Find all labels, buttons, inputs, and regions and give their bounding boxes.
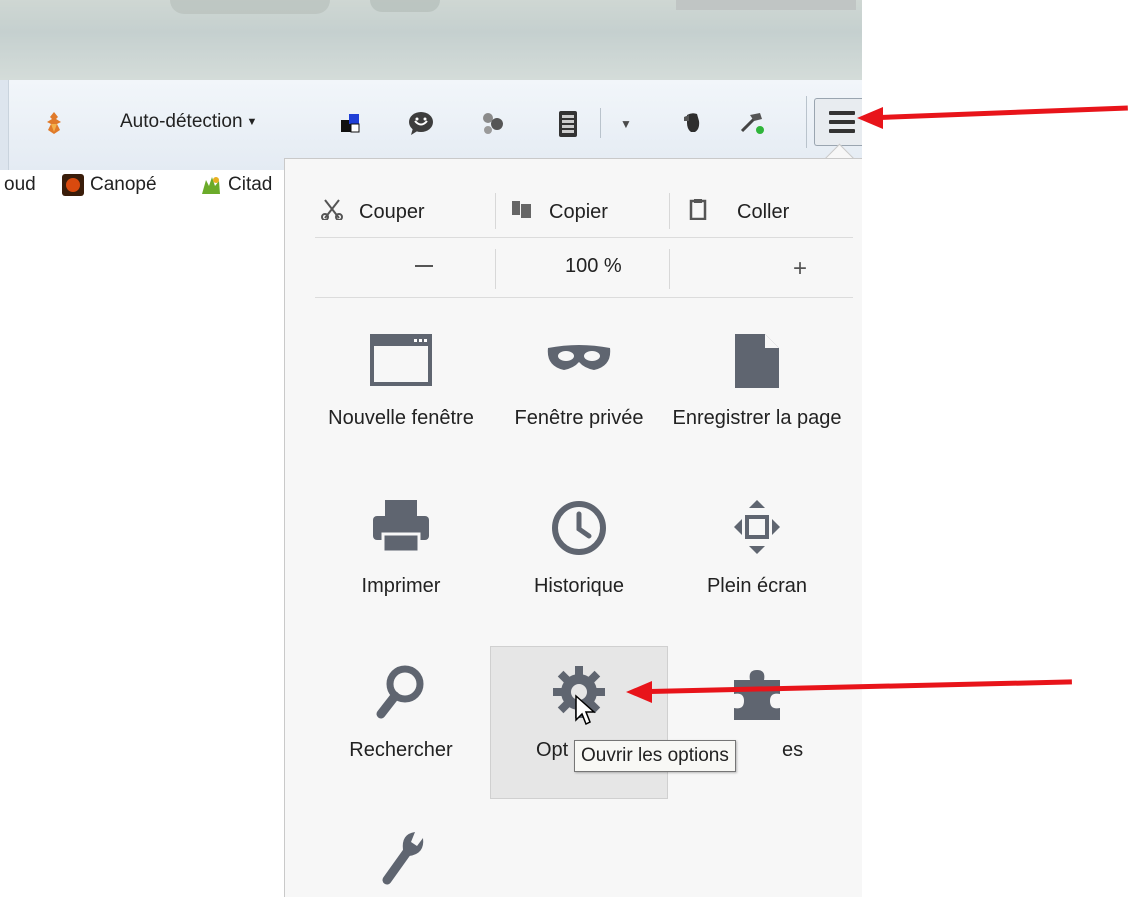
window-titlebar (0, 0, 862, 81)
zoom-out-button[interactable] (415, 265, 433, 267)
bookmark-item-canope[interactable]: Canopé (62, 174, 157, 196)
divider (315, 297, 853, 298)
magnifier-icon (375, 664, 427, 728)
divider (669, 193, 670, 229)
encoding-icon[interactable] (336, 108, 366, 138)
printer-icon (371, 498, 431, 562)
clock-icon (551, 500, 607, 564)
print-button[interactable]: Imprimer (316, 496, 486, 606)
fullscreen-icon (732, 498, 782, 564)
search-button[interactable]: Rechercher (316, 662, 486, 772)
copy-label: Copier (549, 200, 608, 223)
new-window-label: Nouvelle fenêtre (328, 407, 474, 429)
canope-icon (62, 174, 84, 196)
zoom-reset-button[interactable]: 100 % (565, 255, 622, 278)
window-icon (370, 334, 432, 394)
bookmark-label: Citad (228, 174, 273, 195)
cut-label: Couper (359, 200, 425, 223)
copy-button[interactable]: Copier (511, 189, 608, 235)
puzzle-icon (728, 666, 786, 730)
toolbar-separator (600, 108, 601, 138)
scissors-icon (321, 198, 343, 226)
history-label: Historique (533, 575, 625, 597)
cut-button[interactable]: Couper (321, 189, 425, 235)
dropdown-caret-icon: ▼ (246, 115, 258, 128)
clipboard-icon[interactable] (553, 106, 583, 140)
open-menu-button[interactable] (814, 98, 862, 146)
hammer-icon[interactable] (736, 108, 770, 138)
annotation-arrow-head (857, 107, 883, 129)
mouse-cursor (574, 694, 598, 728)
private-window-label: Fenêtre privée (514, 407, 644, 429)
wrench-icon (377, 828, 425, 894)
bookmark-item[interactable]: oud (4, 174, 36, 196)
paste-label: Coller (737, 200, 790, 223)
new-window-button[interactable]: Nouvelle fenêtre (316, 330, 486, 470)
citad-icon (200, 174, 222, 196)
encoding-label: Auto-détection (120, 111, 243, 132)
search-label: Rechercher (349, 739, 453, 761)
divider (495, 193, 496, 229)
paste-button[interactable]: Coller (689, 189, 789, 235)
clipboard-dropdown-caret-icon[interactable]: ▼ (616, 112, 636, 136)
divider (495, 249, 496, 289)
divider (315, 237, 853, 238)
copy-icon (511, 199, 533, 225)
print-label: Imprimer (361, 575, 441, 597)
private-window-button[interactable]: Fenêtre privée (494, 330, 664, 470)
annotation-arrow-head (626, 681, 652, 703)
developer-button[interactable] (316, 826, 486, 896)
bookmark-label: Canopé (90, 174, 157, 195)
fullscreen-button[interactable]: Plein écran (672, 496, 842, 606)
history-button[interactable]: Historique (494, 496, 664, 606)
molecule-icon[interactable] (478, 108, 508, 138)
bookmark-item-citad[interactable]: Citad (200, 174, 272, 196)
divider (669, 249, 670, 289)
evernote-icon[interactable] (678, 108, 708, 138)
zoom-controls: 100 % + (315, 247, 853, 291)
save-page-label: Enregistrer la page (672, 407, 842, 429)
save-page-button[interactable]: Enregistrer la page (672, 330, 842, 470)
fullscreen-label: Plein écran (706, 575, 808, 597)
chat-icon[interactable] (406, 108, 436, 138)
mask-icon (546, 344, 612, 382)
zoom-in-button[interactable]: + (793, 255, 807, 283)
bookmark-label: oud (4, 174, 36, 195)
edit-controls: Couper Copier Coller (315, 189, 853, 235)
encoding-menu[interactable]: Auto-détection ▼ (120, 111, 257, 133)
annotation-arrow-line (879, 105, 1128, 120)
page-icon (733, 332, 781, 398)
paste-icon (689, 198, 707, 226)
firebug-icon[interactable] (40, 108, 68, 138)
options-tooltip: Ouvrir les options (574, 740, 736, 772)
toolbar-separator (806, 96, 807, 148)
